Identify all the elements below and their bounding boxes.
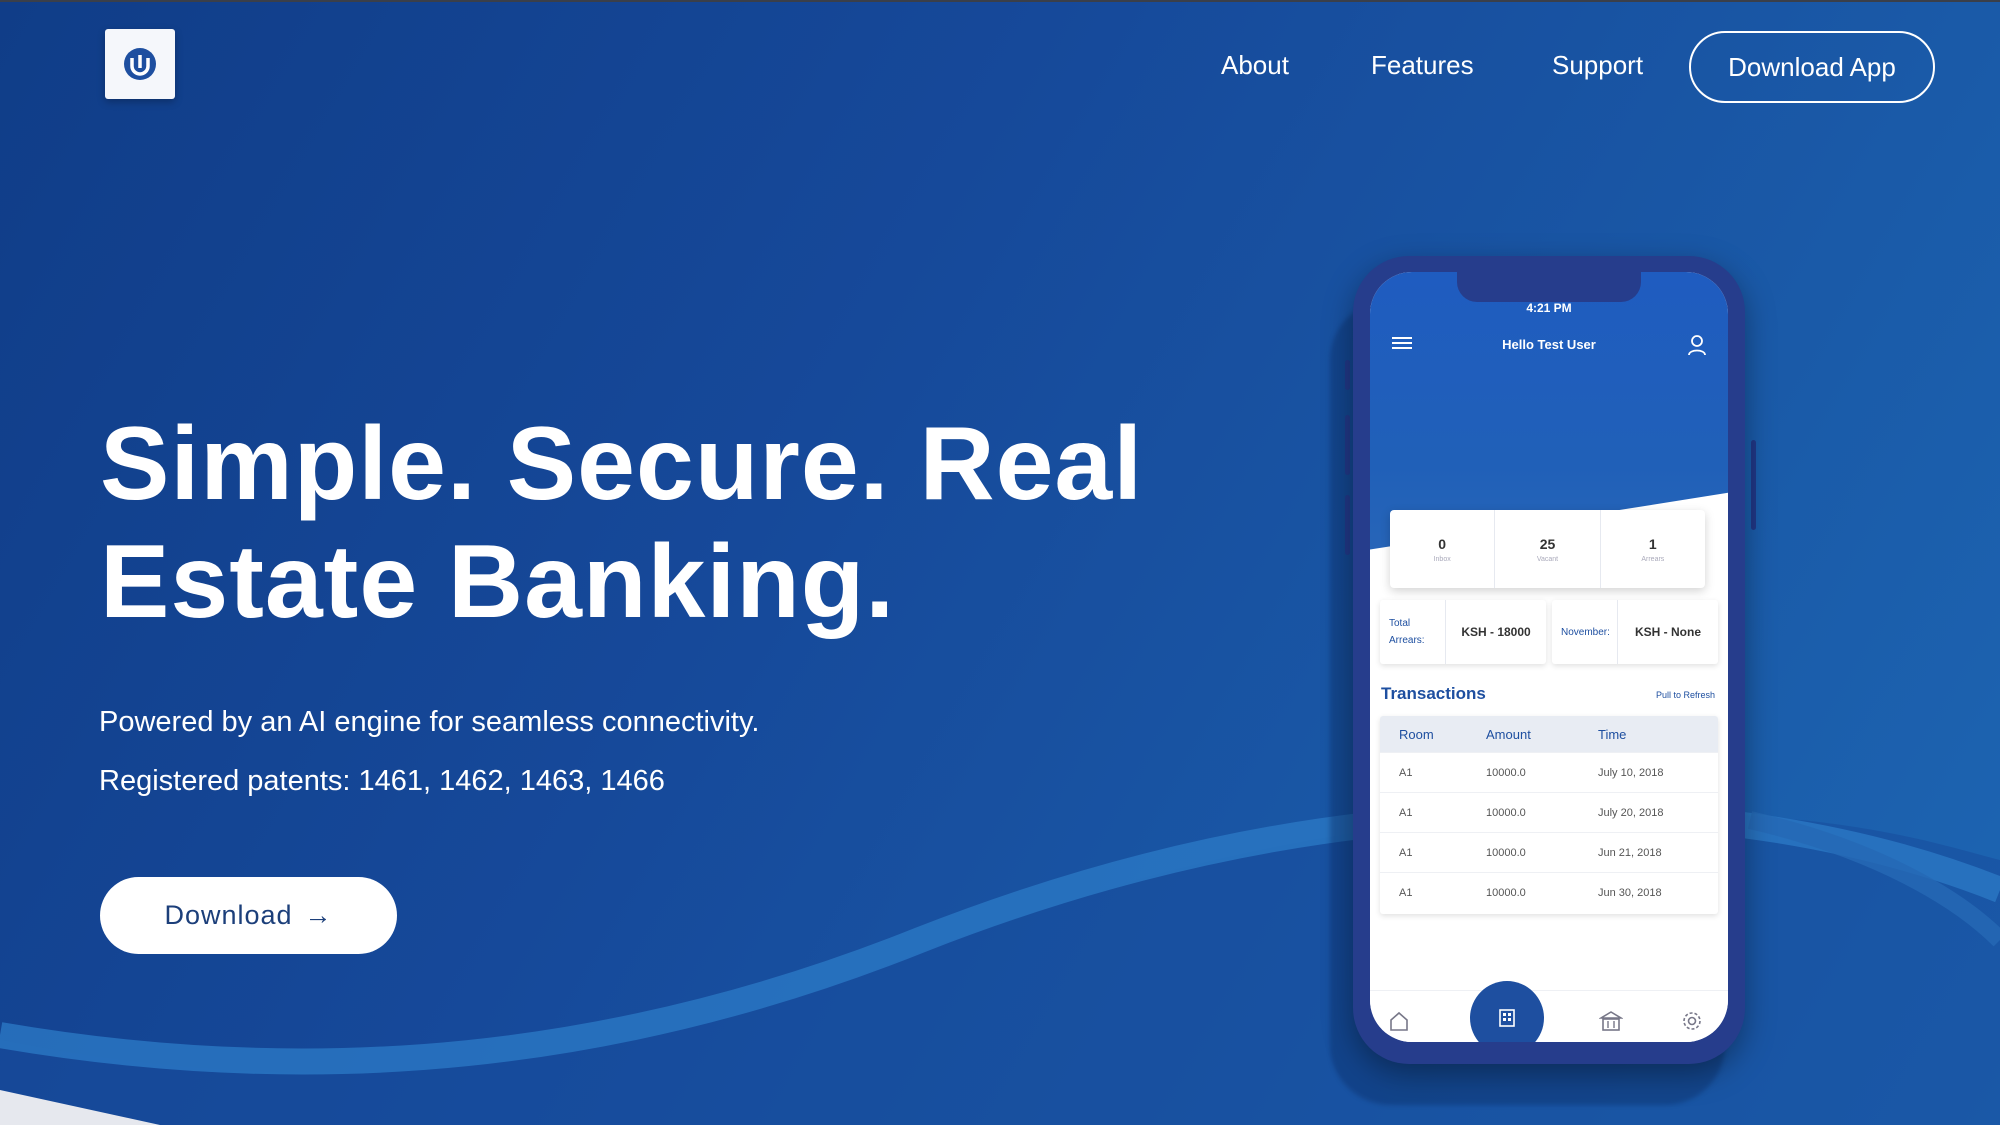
hero-patents: Registered patents: 1461, 1462, 1463, 14… xyxy=(99,765,665,797)
table-header: Room Amount Time xyxy=(1380,716,1718,752)
phone-side-button xyxy=(1345,360,1350,390)
nav-support-link[interactable]: Support xyxy=(1552,50,1643,81)
arrow-right-icon: → xyxy=(304,900,333,930)
brand-logo[interactable] xyxy=(105,29,175,99)
column-header: Time xyxy=(1598,726,1627,742)
card-value: KSH - 18000 xyxy=(1461,625,1531,639)
table-row[interactable]: A1 10000.0 Jun 30, 2018 xyxy=(1380,872,1718,912)
stat-label: Vacant xyxy=(1536,555,1559,563)
bottom-tab-bar xyxy=(1370,981,1728,1042)
tab-center-button[interactable] xyxy=(1470,981,1544,1042)
cell-time: Jun 30, 2018 xyxy=(1598,886,1662,899)
cell-time: July 20, 2018 xyxy=(1598,806,1664,819)
download-button[interactable]: Download → xyxy=(100,877,397,954)
cell-room: A1 xyxy=(1399,846,1413,859)
stat-arrears[interactable]: 1 Arrears xyxy=(1601,510,1705,588)
stat-inbox[interactable]: 0 Inbox xyxy=(1390,510,1496,588)
stat-value: 1 xyxy=(1648,535,1657,552)
hero-subtitle: Powered by an AI engine for seamless con… xyxy=(99,706,760,738)
greeting-text: Hello Test User xyxy=(1502,337,1596,352)
cell-time: July 10, 2018 xyxy=(1598,766,1664,779)
card-label: November: xyxy=(1552,600,1618,664)
cell-amount: 10000.0 xyxy=(1486,806,1526,819)
cell-amount: 10000.0 xyxy=(1486,846,1526,859)
summary-cards: Total Arrears: KSH - 18000 November: KSH… xyxy=(1380,600,1718,664)
logo-icon xyxy=(124,48,156,80)
table-row[interactable]: A1 10000.0 Jun 21, 2018 xyxy=(1380,832,1718,872)
bank-icon[interactable] xyxy=(1599,1010,1623,1032)
cell-time: Jun 21, 2018 xyxy=(1598,846,1662,859)
card-label: Total Arrears: xyxy=(1380,600,1446,664)
column-header: Amount xyxy=(1486,726,1531,742)
stat-value: 25 xyxy=(1539,535,1556,552)
pull-to-refresh-link[interactable]: Pull to Refresh xyxy=(1656,690,1715,700)
user-icon[interactable] xyxy=(1687,334,1707,356)
home-icon[interactable] xyxy=(1388,1010,1410,1032)
phone-side-button xyxy=(1751,440,1756,530)
hero-title: Simple. Secure. Real Estate Banking. xyxy=(100,405,1200,641)
cell-amount: 10000.0 xyxy=(1486,886,1526,899)
hero-title-line2: Estate Banking. xyxy=(100,524,896,640)
cell-room: A1 xyxy=(1399,806,1413,819)
stat-vacant[interactable]: 25 Vacant xyxy=(1495,510,1601,588)
cell-room: A1 xyxy=(1399,766,1413,779)
stat-value: 0 xyxy=(1438,535,1447,552)
column-header: Room xyxy=(1399,726,1434,742)
stats-card: 0 Inbox 25 Vacant 1 Arrears xyxy=(1390,510,1705,588)
cell-amount: 10000.0 xyxy=(1486,766,1526,779)
total-arrears-card: Total Arrears: KSH - 18000 xyxy=(1380,600,1546,664)
download-app-button[interactable]: Download App xyxy=(1689,31,1935,103)
table-row[interactable]: A1 10000.0 July 20, 2018 xyxy=(1380,792,1718,832)
gear-icon[interactable] xyxy=(1681,1010,1703,1032)
stat-label: Inbox xyxy=(1433,555,1451,563)
cell-room: A1 xyxy=(1399,886,1413,899)
transactions-table: Room Amount Time A1 10000.0 July 10, 201… xyxy=(1380,716,1718,914)
card-value: KSH - None xyxy=(1635,625,1701,639)
phone-notch xyxy=(1457,272,1641,302)
stat-label: Arrears xyxy=(1641,555,1665,563)
hero-title-line1: Simple. Secure. Real xyxy=(100,406,1144,522)
status-time: 4:21 PM xyxy=(1526,301,1572,315)
phone-screen: 4:21 PM Hello Test User 0 Inbox 25 Vacan… xyxy=(1370,272,1728,1042)
nav-about-link[interactable]: About xyxy=(1221,50,1289,81)
phone-side-button xyxy=(1345,415,1350,475)
phone-mockup: 4:21 PM Hello Test User 0 Inbox 25 Vacan… xyxy=(1353,256,1745,1064)
table-row[interactable]: A1 10000.0 July 10, 2018 xyxy=(1380,752,1718,792)
building-icon xyxy=(1499,1009,1515,1027)
transactions-title: Transactions xyxy=(1381,684,1486,703)
download-button-label: Download xyxy=(164,900,293,930)
phone-side-button xyxy=(1345,495,1350,555)
month-card: November: KSH - None xyxy=(1552,600,1718,664)
nav-features-link[interactable]: Features xyxy=(1371,50,1474,81)
